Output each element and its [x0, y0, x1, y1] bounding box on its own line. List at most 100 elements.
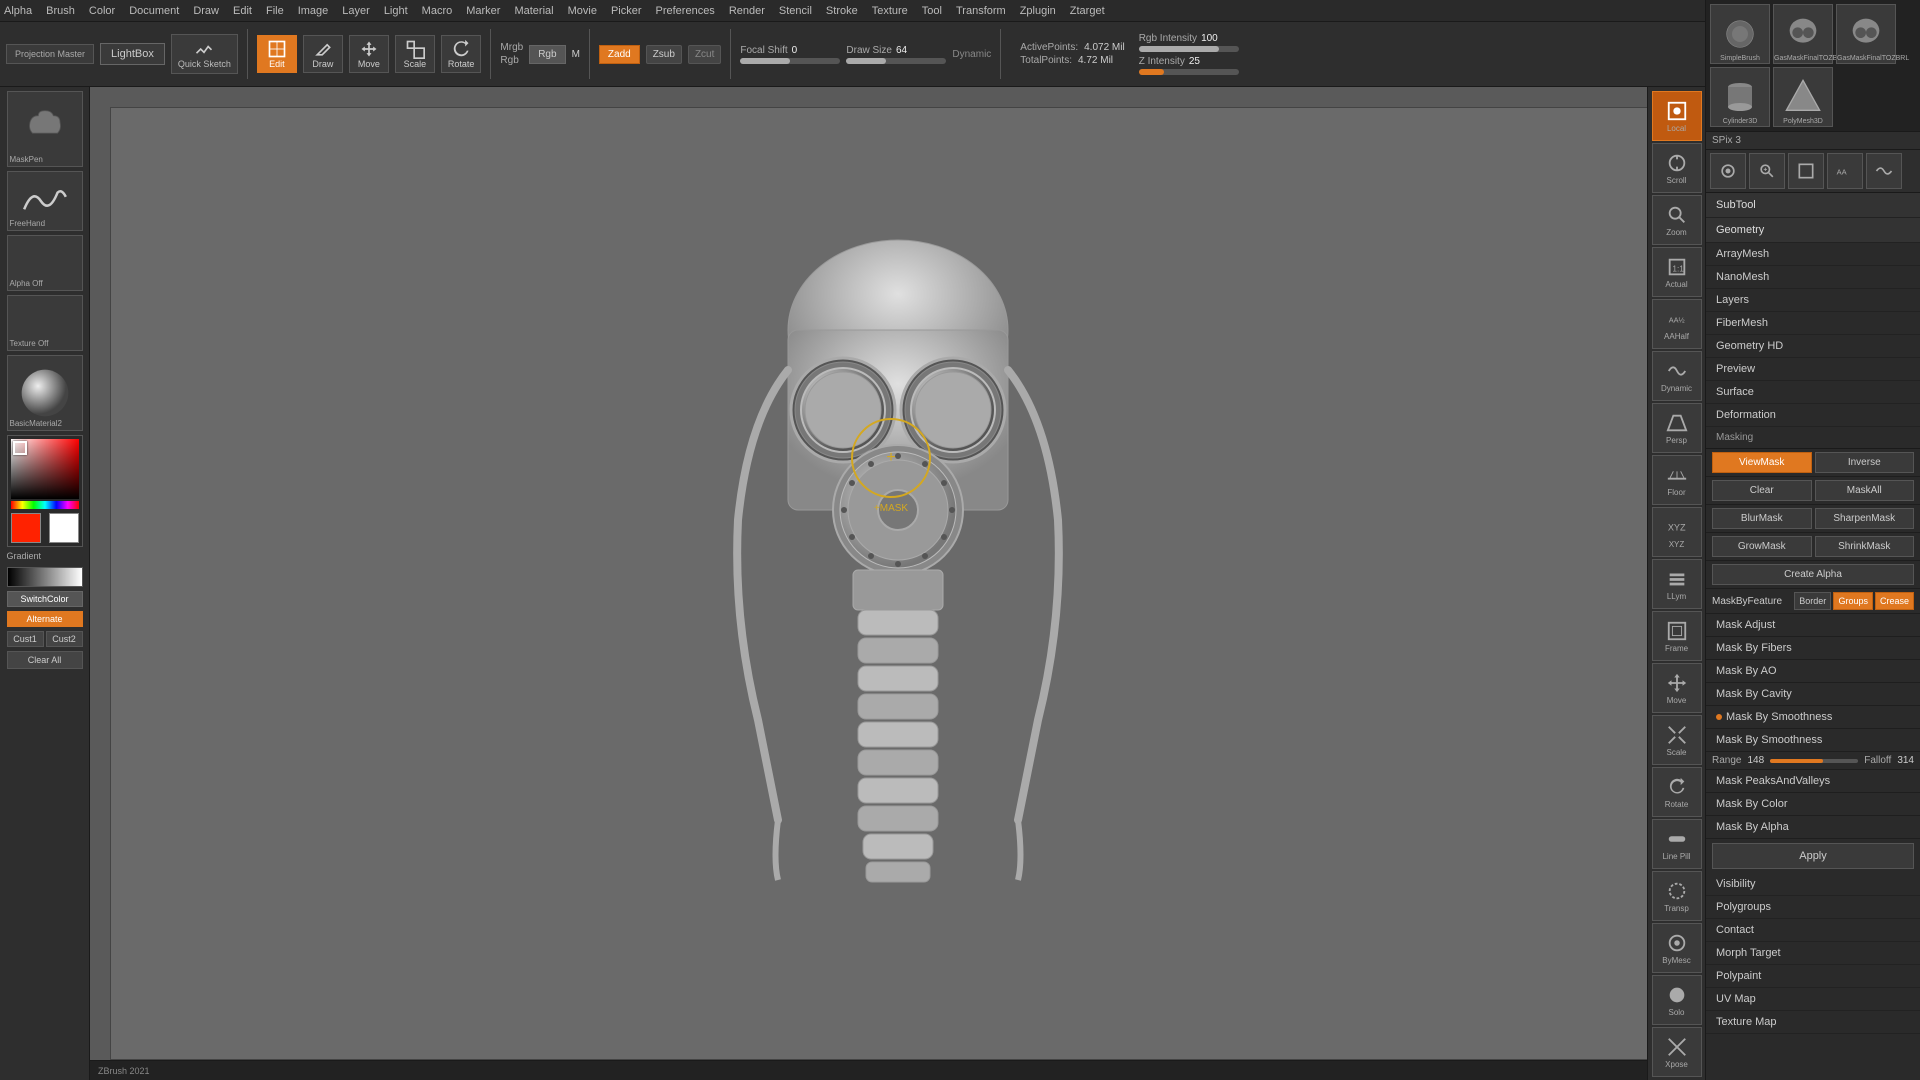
brush-slot-2[interactable]: FreeHand: [7, 171, 83, 231]
tool-thumb-2[interactable]: GasMaskFinalTOZBRL: [1773, 4, 1833, 64]
tool-thumb-5[interactable]: PolyMesh3D: [1773, 67, 1833, 127]
blurmask-button[interactable]: BlurMask: [1712, 508, 1812, 529]
menu-image[interactable]: Image: [298, 5, 329, 17]
menu-preferences[interactable]: Preferences: [656, 5, 715, 17]
zcut-button[interactable]: Zcut: [688, 45, 721, 64]
rotate-button[interactable]: Rotate: [441, 35, 482, 73]
floor-button[interactable]: Floor: [1652, 455, 1702, 505]
shrinkmask-button[interactable]: ShrinkMask: [1815, 536, 1915, 557]
dynamic-view2-btn[interactable]: [1866, 153, 1902, 189]
menu-zplugin[interactable]: Zplugin: [1020, 5, 1056, 17]
brush-slot-1[interactable]: MaskPen: [7, 91, 83, 167]
actual-view-btn[interactable]: [1788, 153, 1824, 189]
fibermesh-section[interactable]: FiberMesh: [1706, 312, 1920, 335]
color-gradient-field[interactable]: [11, 439, 79, 499]
local-button[interactable]: Local: [1652, 91, 1702, 141]
color-hue-bar[interactable]: [11, 501, 79, 509]
transp-button[interactable]: Transp: [1652, 871, 1702, 921]
rgb-intensity-slider[interactable]: [1139, 46, 1239, 52]
lightbox-button[interactable]: LightBox: [100, 43, 165, 65]
scale-button[interactable]: Scale: [395, 35, 435, 73]
menu-marker[interactable]: Marker: [466, 5, 500, 17]
menu-tool[interactable]: Tool: [922, 5, 942, 17]
mask-by-smoothness-item[interactable]: Mask By Smoothness: [1706, 706, 1920, 729]
tool-thumb-4[interactable]: Cylinder3D: [1710, 67, 1770, 127]
polygroups-section[interactable]: Polygroups: [1706, 896, 1920, 919]
scale-tool-button[interactable]: Scale: [1652, 715, 1702, 765]
menu-render[interactable]: Render: [729, 5, 765, 17]
deformation-section[interactable]: Deformation: [1706, 404, 1920, 427]
menu-light[interactable]: Light: [384, 5, 408, 17]
zoom-view-btn[interactable]: [1749, 153, 1785, 189]
xyz-button[interactable]: XYZ XYZ: [1652, 507, 1702, 557]
menu-layer[interactable]: Layer: [342, 5, 370, 17]
menu-draw[interactable]: Draw: [193, 5, 219, 17]
menu-stencil[interactable]: Stencil: [779, 5, 812, 17]
zadd-button[interactable]: Zadd: [599, 45, 640, 64]
mask-adjust-item[interactable]: Mask Adjust: [1706, 614, 1920, 637]
alternate-button[interactable]: Alternate: [7, 611, 83, 627]
arraymesh-section[interactable]: ArrayMesh: [1706, 243, 1920, 266]
tool-thumb-1[interactable]: SimpleBrush: [1710, 4, 1770, 64]
menu-file[interactable]: File: [266, 5, 284, 17]
menu-macro[interactable]: Macro: [422, 5, 453, 17]
alpha-slot[interactable]: Alpha Off: [7, 235, 83, 291]
secondary-color-swatch[interactable]: [49, 513, 79, 543]
sharpenmask-button[interactable]: SharpenMask: [1815, 508, 1915, 529]
inverse-button[interactable]: Inverse: [1815, 452, 1915, 473]
layers-button[interactable]: LLym: [1652, 559, 1702, 609]
menu-transform[interactable]: Transform: [956, 5, 1006, 17]
groups-button[interactable]: Groups: [1833, 592, 1873, 610]
projection-master-button[interactable]: Projection Master: [6, 44, 94, 65]
menu-stroke[interactable]: Stroke: [826, 5, 858, 17]
mask-by-alpha-item[interactable]: Mask By Alpha: [1706, 816, 1920, 839]
maskall-button[interactable]: MaskAll: [1815, 480, 1915, 501]
mask-by-smoothness-2[interactable]: Mask By Smoothness: [1706, 729, 1920, 752]
texture-slot[interactable]: Texture Off: [7, 295, 83, 351]
scroll-button[interactable]: Scroll: [1652, 143, 1702, 193]
tool-thumb-3[interactable]: GasMaskFinalTOZBRL: [1836, 4, 1896, 64]
z-intensity-slider[interactable]: [1139, 69, 1239, 75]
material-slot[interactable]: BasicMaterial2: [7, 355, 83, 431]
menu-ztarget[interactable]: Ztarget: [1070, 5, 1105, 17]
rotate-tool-button[interactable]: Rotate: [1652, 767, 1702, 817]
dynamic-view-button[interactable]: Dynamic: [1652, 351, 1702, 401]
range-slider[interactable]: [1770, 759, 1823, 763]
scroll-view-btn[interactable]: [1710, 153, 1746, 189]
persp-button[interactable]: Persp: [1652, 403, 1702, 453]
aaHalf-view-btn[interactable]: AA: [1827, 153, 1863, 189]
preview-section[interactable]: Preview: [1706, 358, 1920, 381]
menu-picker[interactable]: Picker: [611, 5, 642, 17]
zoom-button[interactable]: Zoom: [1652, 195, 1702, 245]
rgb-dropdown[interactable]: Rgb: [529, 45, 565, 64]
menu-brush[interactable]: Brush: [46, 5, 75, 17]
geometry-section[interactable]: Geometry: [1706, 218, 1920, 243]
apply-button[interactable]: Apply: [1712, 843, 1914, 869]
primary-color-swatch[interactable]: [11, 513, 41, 543]
geometry-hd-section[interactable]: Geometry HD: [1706, 335, 1920, 358]
viewmask-button[interactable]: ViewMask: [1712, 452, 1812, 473]
quick-sketch-button[interactable]: Quick Sketch: [171, 34, 238, 74]
frame-button[interactable]: Frame: [1652, 611, 1702, 661]
contact-section[interactable]: Contact: [1706, 919, 1920, 942]
linepill-button[interactable]: Line Pill: [1652, 819, 1702, 869]
menu-movie[interactable]: Movie: [568, 5, 597, 17]
actual-button[interactable]: 1:1 Actual: [1652, 247, 1702, 297]
bymesc-button[interactable]: ByMesc: [1652, 923, 1702, 973]
cust1-button[interactable]: Cust1: [7, 631, 44, 647]
menu-alpha[interactable]: Alpha: [4, 5, 32, 17]
mask-by-ao-item[interactable]: Mask By AO: [1706, 660, 1920, 683]
clear-mask-button[interactable]: Clear: [1712, 480, 1812, 501]
uv-map-section[interactable]: UV Map: [1706, 988, 1920, 1011]
menu-document[interactable]: Document: [129, 5, 179, 17]
menu-texture[interactable]: Texture: [872, 5, 908, 17]
crease-button[interactable]: Crease: [1875, 592, 1914, 610]
nanomesh-section[interactable]: NanoMesh: [1706, 266, 1920, 289]
solo-button[interactable]: Solo: [1652, 975, 1702, 1025]
canvas-area[interactable]: + +MASK: [90, 87, 1705, 1080]
switch-color-button[interactable]: SwitchColor: [7, 591, 83, 607]
move-button[interactable]: Move: [349, 35, 389, 73]
visibility-section[interactable]: Visibility: [1706, 873, 1920, 896]
color-picker-indicator[interactable]: [13, 441, 27, 455]
mask-by-fibers-item[interactable]: Mask By Fibers: [1706, 637, 1920, 660]
